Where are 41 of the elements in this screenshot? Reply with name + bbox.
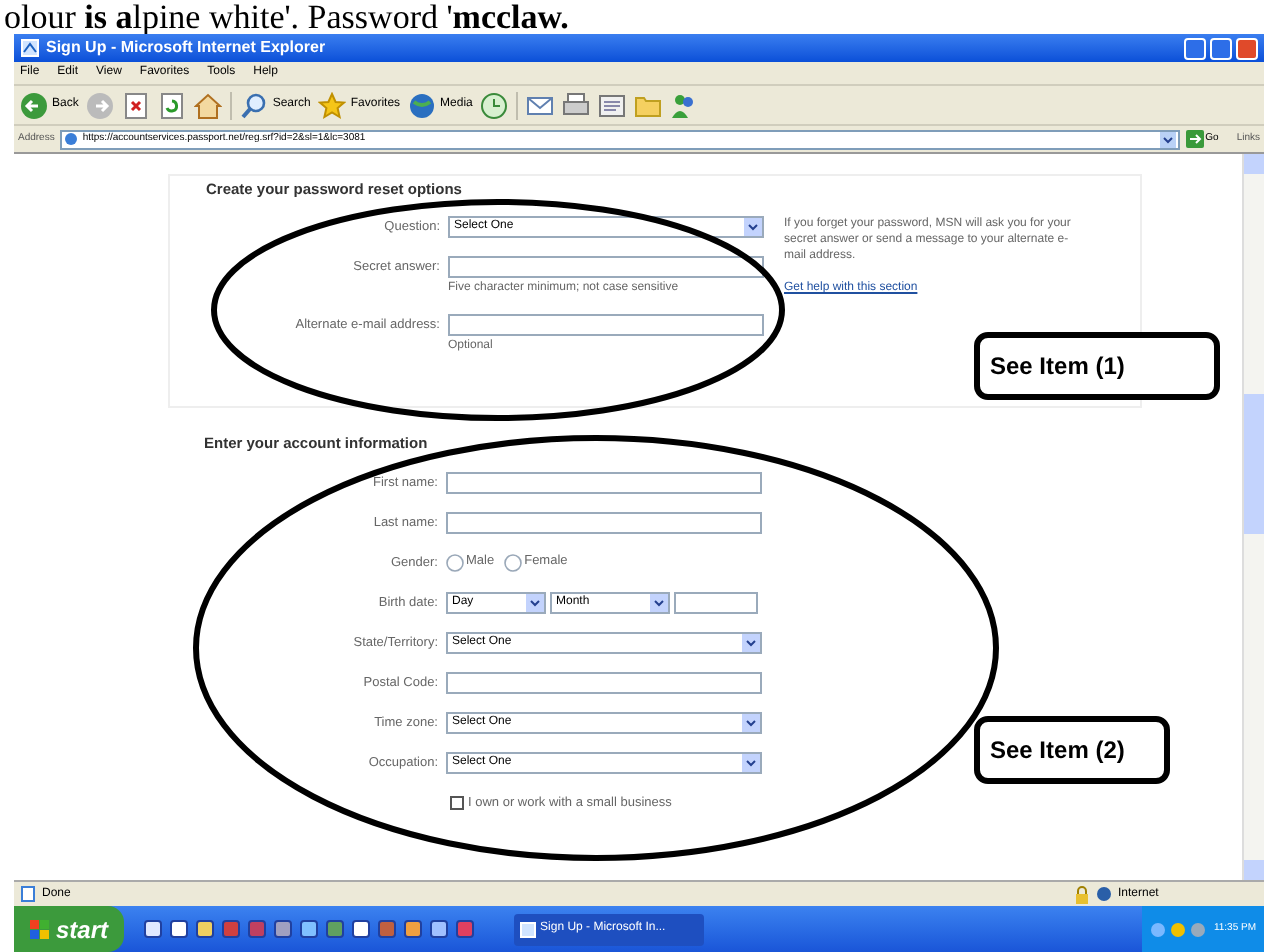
minimize-button[interactable] (1184, 37, 1206, 59)
input-field[interactable] (448, 314, 764, 337)
input-field[interactable] (446, 471, 762, 493)
lock-icon (1074, 885, 1090, 903)
browser-icon (520, 921, 537, 937)
input-field[interactable] (446, 671, 762, 693)
maximize-button[interactable] (1210, 37, 1232, 59)
dropdown-arrow-icon (650, 593, 668, 611)
scrollbar[interactable] (1242, 154, 1264, 880)
search-icon (240, 91, 269, 119)
scroll-thumb[interactable] (1244, 394, 1264, 534)
refresh-icon[interactable] (158, 89, 187, 121)
printer-icon[interactable] (562, 89, 591, 121)
browser-icon (20, 38, 40, 58)
star-icon (318, 91, 347, 119)
callout-label: See Item (1) (974, 332, 1220, 400)
windows-logo-icon (30, 919, 50, 939)
radio-button[interactable] (446, 553, 464, 571)
dropdown-arrow-icon (742, 713, 760, 731)
people-icon[interactable] (670, 89, 699, 121)
globe-icon (1096, 886, 1112, 902)
input-field[interactable] (674, 591, 758, 613)
callout-label: See Item (2) (974, 716, 1170, 784)
stop-icon[interactable] (122, 89, 151, 121)
globe-icon (408, 91, 437, 119)
dropdown-arrow-icon (742, 633, 760, 651)
dropdown-arrow-icon (526, 593, 544, 611)
radio-button[interactable] (504, 553, 523, 571)
go-arrow-icon (1185, 130, 1204, 148)
input-field[interactable] (448, 256, 764, 279)
start-button[interactable]: start (14, 906, 125, 952)
document-icon[interactable] (598, 89, 627, 121)
dropdown-icon[interactable] (1159, 131, 1176, 147)
clock-icon[interactable] (480, 89, 509, 121)
close-button[interactable] (1236, 37, 1258, 59)
input-field[interactable] (446, 511, 762, 533)
dropdown-arrow-icon (742, 753, 760, 771)
window-title: Sign Up - Microsoft Internet Explorer (46, 36, 326, 60)
house-icon[interactable] (194, 89, 223, 121)
dropdown-arrow-icon (744, 218, 762, 237)
checkbox[interactable] (450, 795, 464, 810)
